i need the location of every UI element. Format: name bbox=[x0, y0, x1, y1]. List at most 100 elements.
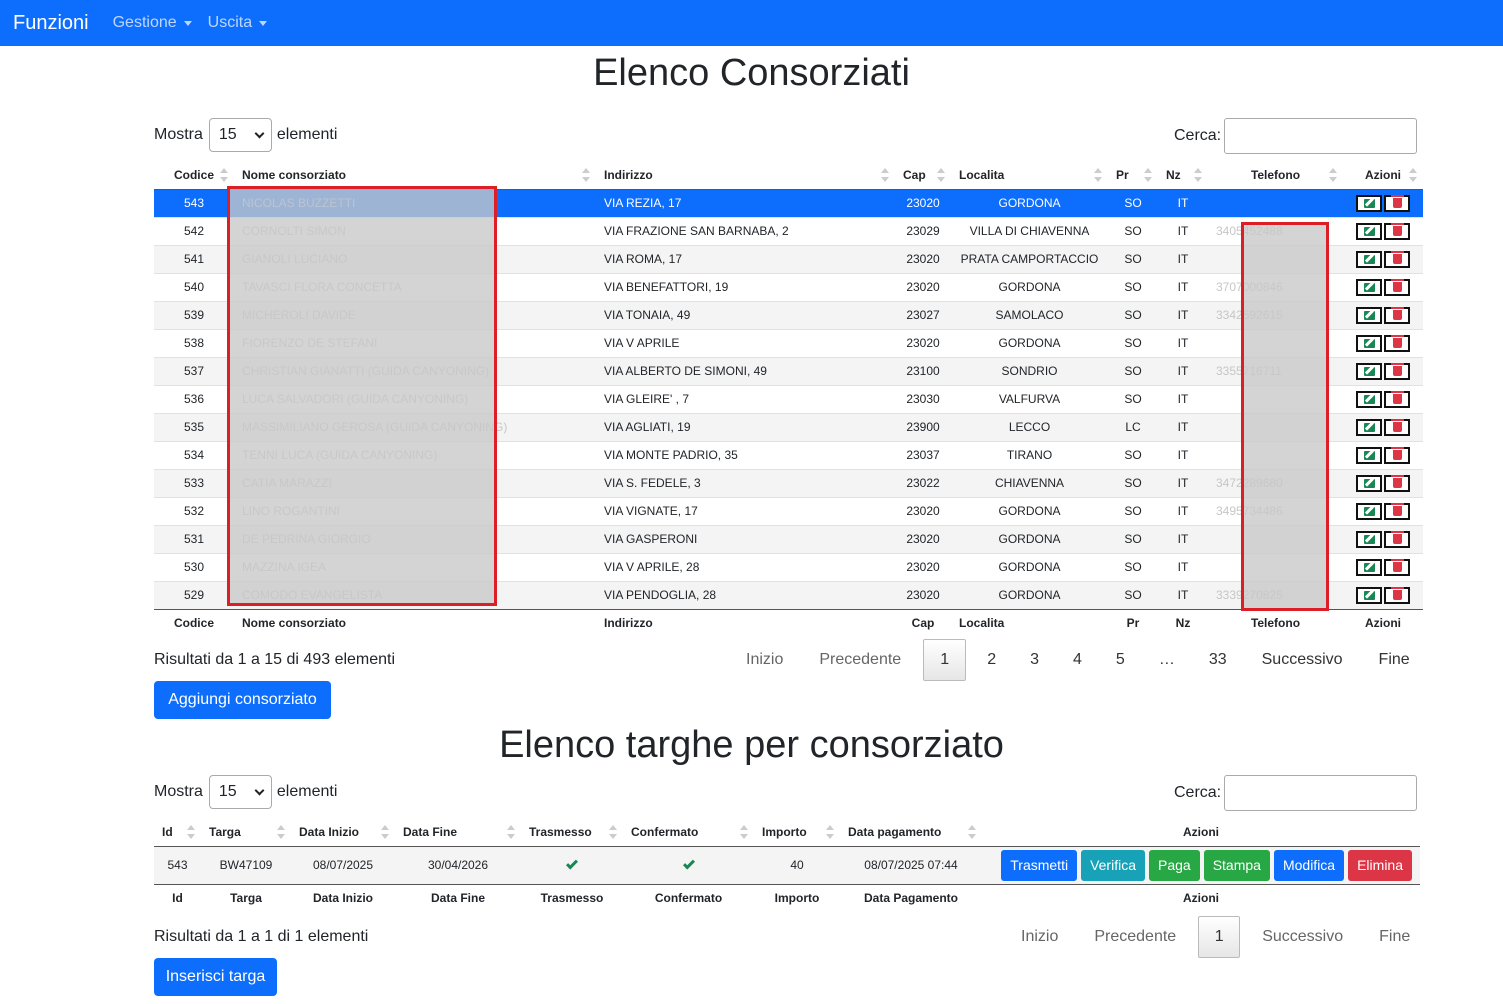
pager-last[interactable]: Fine bbox=[1361, 651, 1428, 669]
search-input[interactable] bbox=[1224, 775, 1418, 811]
delete-button[interactable] bbox=[1384, 474, 1410, 492]
edit-button[interactable] bbox=[1356, 390, 1382, 408]
edit-button[interactable] bbox=[1356, 278, 1382, 296]
col-id[interactable]: Id bbox=[154, 818, 201, 847]
edit-button[interactable] bbox=[1356, 502, 1382, 520]
cell-data-fine: 30/04/2026 bbox=[427, 858, 489, 872]
search-input[interactable] bbox=[1224, 118, 1418, 154]
edit-icon bbox=[1363, 282, 1375, 292]
pager-page-current[interactable]: 1 bbox=[1198, 916, 1241, 958]
edit-button[interactable] bbox=[1356, 194, 1382, 212]
edit-button[interactable] bbox=[1356, 530, 1382, 548]
col-azioni[interactable]: Azioni bbox=[1343, 161, 1423, 190]
sort-icon bbox=[277, 824, 285, 839]
col-indirizzo[interactable]: Indirizzo bbox=[596, 161, 895, 190]
elimina-button[interactable]: Elimina bbox=[1348, 849, 1412, 881]
col-trasmesso[interactable]: Trasmesso bbox=[521, 818, 623, 847]
page-length-select[interactable]: 15 bbox=[208, 775, 272, 809]
delete-button[interactable] bbox=[1384, 306, 1410, 324]
delete-button[interactable] bbox=[1384, 558, 1410, 576]
edit-button[interactable] bbox=[1356, 250, 1382, 268]
navbar-brand[interactable]: Funzioni bbox=[13, 12, 89, 35]
edit-button[interactable] bbox=[1356, 222, 1382, 240]
delete-button[interactable] bbox=[1384, 334, 1410, 352]
foot-nz: Nz bbox=[1158, 608, 1208, 637]
cell-codice: 531 bbox=[183, 532, 205, 546]
pager-previous[interactable]: Precedente bbox=[1076, 928, 1194, 946]
col-data-inizio[interactable]: Data Inizio bbox=[291, 818, 395, 847]
pager-page[interactable]: 4 bbox=[1056, 651, 1099, 669]
delete-button[interactable] bbox=[1384, 446, 1410, 464]
col-cap[interactable]: Cap bbox=[895, 161, 951, 190]
col-targa[interactable]: Targa bbox=[201, 818, 291, 847]
cell-pr: SO bbox=[1124, 308, 1142, 322]
insert-targa-button[interactable]: Inserisci targa bbox=[154, 958, 277, 996]
verifica-button[interactable]: Verifica bbox=[1081, 849, 1145, 881]
delete-button[interactable] bbox=[1384, 222, 1410, 240]
cell-localita: PRATA CAMPORTACCIO bbox=[960, 252, 1099, 266]
col-pr[interactable]: Pr bbox=[1108, 161, 1158, 190]
trasmetti-button[interactable]: Trasmetti bbox=[1001, 849, 1078, 881]
pager-page[interactable]: 5 bbox=[1099, 651, 1142, 669]
pager-previous[interactable]: Precedente bbox=[801, 651, 919, 669]
pager-page[interactable]: 3 bbox=[1013, 651, 1056, 669]
trash-icon bbox=[1390, 307, 1404, 320]
edit-button[interactable] bbox=[1356, 334, 1382, 352]
col-telefono-label: Telefono bbox=[1250, 167, 1301, 182]
sort-icon bbox=[609, 824, 617, 839]
pager-page[interactable]: 33 bbox=[1192, 651, 1244, 669]
col-importo[interactable]: Importo bbox=[754, 818, 840, 847]
caret-down-icon bbox=[183, 20, 192, 26]
menu-uscita[interactable]: Uscita bbox=[208, 14, 268, 32]
menu-gestione[interactable]: Gestione bbox=[113, 14, 192, 32]
edit-button[interactable] bbox=[1356, 586, 1382, 604]
col-data-fine[interactable]: Data Fine bbox=[395, 818, 521, 847]
pager-first[interactable]: Inizio bbox=[728, 651, 801, 669]
cell-nz: IT bbox=[1177, 392, 1189, 406]
pager-last[interactable]: Fine bbox=[1361, 928, 1428, 946]
pager-ellipsis: … bbox=[1158, 651, 1175, 668]
pager-page[interactable]: 2 bbox=[970, 651, 1013, 669]
add-consorziato-button[interactable]: Aggiungi consorziato bbox=[154, 681, 331, 719]
cell-pr: SO bbox=[1124, 392, 1142, 406]
delete-button[interactable] bbox=[1384, 530, 1410, 548]
col-codice[interactable]: Codice bbox=[154, 161, 234, 190]
cell-indirizzo: VIA GASPERONI bbox=[604, 532, 698, 546]
col-data-pagamento[interactable]: Data pagamento bbox=[840, 818, 982, 847]
col-localita[interactable]: Localita bbox=[951, 161, 1108, 190]
delete-button[interactable] bbox=[1384, 586, 1410, 604]
edit-icon bbox=[1363, 254, 1375, 264]
col-targa-label: Targa bbox=[209, 824, 241, 839]
col-telefono[interactable]: Telefono bbox=[1208, 161, 1343, 190]
table-header-row: Id Targa Data Inizio Data Fine Trasmesso… bbox=[154, 818, 1420, 847]
col-localita-label: Localita bbox=[959, 167, 1005, 182]
cell-pr: SO bbox=[1124, 280, 1142, 294]
delete-button[interactable] bbox=[1384, 250, 1410, 268]
pager-page-current[interactable]: 1 bbox=[923, 639, 967, 681]
pager-next[interactable]: Successivo bbox=[1244, 651, 1361, 669]
delete-button[interactable] bbox=[1384, 418, 1410, 436]
delete-button[interactable] bbox=[1384, 194, 1410, 212]
col-nome[interactable]: Nome consorziato bbox=[234, 161, 596, 190]
col-nz[interactable]: Nz bbox=[1158, 161, 1208, 190]
edit-button[interactable] bbox=[1356, 306, 1382, 324]
paga-button[interactable]: Paga bbox=[1149, 849, 1200, 881]
delete-button[interactable] bbox=[1384, 362, 1410, 380]
delete-button[interactable] bbox=[1384, 278, 1410, 296]
edit-button[interactable] bbox=[1356, 474, 1382, 492]
col-confermato[interactable]: Confermato bbox=[623, 818, 754, 847]
stampa-button[interactable]: Stampa bbox=[1203, 849, 1270, 881]
edit-button[interactable] bbox=[1356, 362, 1382, 380]
edit-button[interactable] bbox=[1356, 418, 1382, 436]
delete-button[interactable] bbox=[1384, 502, 1410, 520]
cell-cap: 23020 bbox=[906, 532, 940, 546]
cell-pr: SO bbox=[1124, 560, 1142, 574]
page-length-select[interactable]: 15 bbox=[208, 118, 272, 152]
edit-button[interactable] bbox=[1356, 558, 1382, 576]
pager-next[interactable]: Successivo bbox=[1244, 928, 1361, 946]
modifica-button[interactable]: Modifica bbox=[1273, 849, 1345, 881]
delete-button[interactable] bbox=[1384, 390, 1410, 408]
edit-button[interactable] bbox=[1356, 446, 1382, 464]
table-row[interactable]: 543 BW47109 08/07/2025 30/04/2026 40 08/… bbox=[154, 846, 1420, 884]
pager-first[interactable]: Inizio bbox=[1003, 928, 1076, 946]
